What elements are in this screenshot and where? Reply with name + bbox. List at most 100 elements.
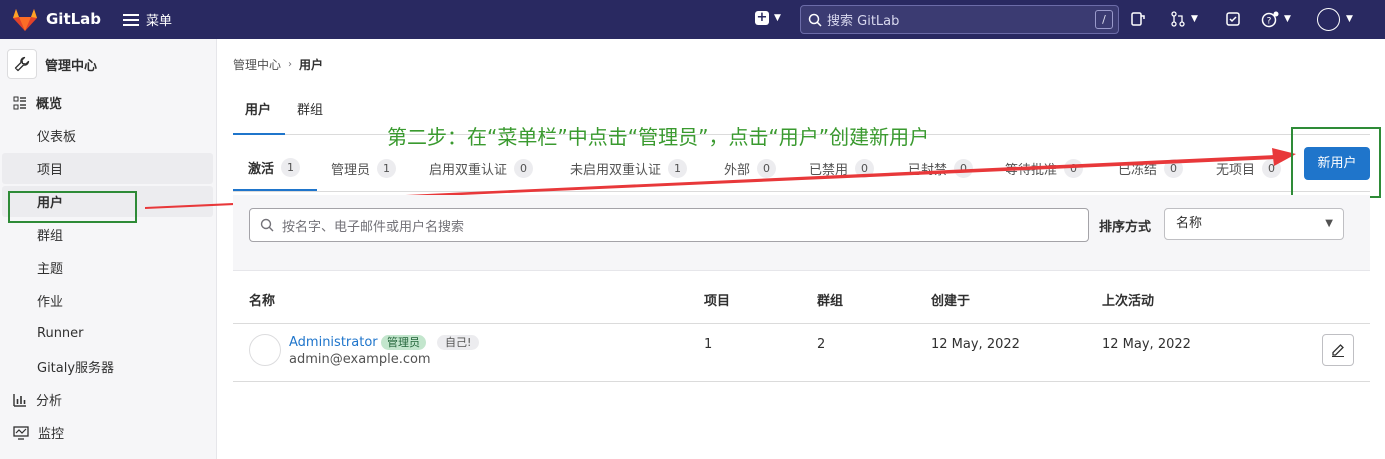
new-user-button[interactable]: 新用户	[1304, 147, 1370, 180]
tab-pending-approval[interactable]: 等待批准 0	[1005, 145, 1084, 191]
sidebar-item-label: 仪表板	[37, 130, 77, 145]
tab-label: 启用双重认证	[429, 162, 508, 178]
sort-label: 排序方式	[1099, 220, 1152, 235]
count-badge: 0	[1262, 158, 1282, 178]
edit-icon	[1332, 344, 1344, 357]
sidebar-item-overview[interactable]: 概览	[0, 87, 213, 118]
tab-banned[interactable]: 已封禁 0	[908, 145, 974, 191]
count-badge: 0	[954, 158, 974, 178]
sidebar-item-label: 分析	[36, 394, 63, 409]
sidebar-item-runners[interactable]: Runner	[0, 318, 213, 349]
tab-label: 激活	[248, 161, 275, 177]
edit-button[interactable]	[1322, 334, 1354, 366]
breadcrumb-parent[interactable]: 管理中心	[233, 56, 281, 73]
sidebar-item-label: 用户	[37, 196, 64, 211]
tab-groups[interactable]: 群组	[297, 94, 323, 135]
chevron-down-icon: ▼	[1191, 14, 1198, 24]
tab-deactivated[interactable]: 已冻结 0	[1118, 145, 1184, 191]
chevron-down-icon: ▼	[774, 13, 781, 23]
sidebar-item-label: 作业	[37, 295, 64, 310]
sidebar-item-jobs[interactable]: 作业	[0, 285, 213, 316]
help-icon[interactable]: ?	[1261, 11, 1279, 29]
sidebar-item-users[interactable]: 用户	[2, 186, 213, 217]
chevron-right-icon: ›	[288, 59, 293, 70]
search-icon	[260, 218, 274, 232]
cell-created: 12 May, 2022	[931, 337, 1020, 352]
analytics-icon	[13, 393, 26, 407]
top-navbar: GitLab 菜单 + ▼ 搜索 GitLab / ▼ ? ▼ ▼	[0, 0, 1385, 39]
sidebar-item-groups[interactable]: 群组	[0, 219, 213, 250]
divider	[233, 323, 1370, 324]
breadcrumb-current[interactable]: 用户	[299, 56, 323, 73]
tab-2fa-disabled[interactable]: 未启用双重认证 1	[570, 145, 688, 191]
search-shortcut-key: /	[1095, 10, 1113, 29]
search-icon	[808, 13, 822, 27]
tab-users[interactable]: 用户	[233, 94, 285, 135]
cell-last-activity: 12 May, 2022	[1102, 337, 1191, 352]
tab-admins[interactable]: 管理员 1	[331, 145, 397, 191]
sidebar-item-label: Runner	[37, 326, 84, 341]
sidebar: 管理中心 概览 仪表板 项目 用户 群组 主题 作业 Runner Gitaly…	[0, 39, 217, 459]
user-filter-tabs: 激活 1 管理员 1 启用双重认证 0 未启用双重认证 1 外部 0 已禁用 0 已封禁 0 …	[233, 145, 1293, 191]
column-header-created: 创建于	[931, 294, 971, 309]
chevron-down-icon: ▼	[1284, 14, 1291, 24]
plus-icon: +	[755, 10, 769, 25]
user-avatar[interactable]	[1317, 8, 1340, 31]
issues-icon[interactable]	[1130, 11, 1146, 27]
avatar[interactable]	[249, 334, 281, 366]
wrench-icon	[7, 49, 37, 79]
todo-icon[interactable]	[1225, 11, 1241, 27]
column-header-projects: 项目	[704, 294, 731, 309]
tab-label: 外部	[724, 162, 751, 178]
tab-label: 管理员	[331, 162, 371, 178]
count-badge: 0	[1164, 158, 1184, 178]
sidebar-item-dashboard[interactable]: 仪表板	[0, 120, 213, 151]
sidebar-item-label: 主题	[37, 262, 64, 277]
global-search[interactable]: 搜索 GitLab /	[800, 5, 1119, 34]
column-header-last-activity: 上次活动	[1102, 294, 1155, 309]
gitlab-logo-icon[interactable]	[12, 8, 38, 32]
hamburger-icon	[123, 13, 139, 26]
sidebar-item-topics[interactable]: 主题	[0, 252, 213, 283]
svg-text:?: ?	[1267, 17, 1272, 27]
admin-badge: 管理员	[381, 335, 426, 350]
create-new-dropdown[interactable]: + ▼	[755, 11, 781, 25]
sidebar-item-label: 项目	[37, 163, 64, 178]
tab-external[interactable]: 外部 0	[724, 145, 777, 191]
count-badge: 1	[377, 158, 397, 178]
sidebar-item-gitaly-servers[interactable]: Gitaly服务器	[0, 351, 213, 382]
sidebar-item-analytics[interactable]: 分析	[0, 384, 213, 415]
count-badge: 0	[757, 158, 777, 178]
merge-requests-icon[interactable]	[1170, 11, 1186, 27]
count-badge: 1	[668, 158, 688, 178]
overview-icon	[13, 96, 26, 109]
column-header-groups: 群组	[817, 294, 844, 309]
menu-button[interactable]: 菜单	[123, 10, 172, 29]
count-badge: 0	[1064, 158, 1084, 178]
sort-dropdown[interactable]: 名称 ▼	[1164, 208, 1344, 240]
count-badge: 0	[855, 158, 875, 178]
chevron-down-icon: ▼	[1325, 218, 1333, 229]
divider	[233, 381, 1370, 382]
tab-label: 已禁用	[809, 162, 849, 178]
sidebar-item-projects[interactable]: 项目	[2, 153, 213, 184]
sidebar-item-label: 监控	[38, 427, 65, 442]
tab-2fa-enabled[interactable]: 启用双重认证 0	[429, 145, 534, 191]
sidebar-header[interactable]: 管理中心	[7, 49, 97, 79]
breadcrumb: 管理中心 › 用户	[233, 56, 323, 73]
tab-label: 等待批准	[1005, 162, 1058, 178]
sort-value: 名称	[1176, 216, 1203, 231]
user-search-input[interactable]: 按名字、电子邮件或用户名搜索	[249, 208, 1089, 242]
tab-active[interactable]: 激活 1	[233, 145, 317, 191]
tab-blocked[interactable]: 已禁用 0	[809, 145, 875, 191]
sidebar-item-monitoring[interactable]: 监控	[0, 417, 213, 448]
tab-without-projects[interactable]: 无项目 0	[1216, 145, 1282, 191]
monitor-icon	[13, 425, 29, 440]
menu-label: 菜单	[146, 14, 173, 29]
sidebar-title: 管理中心	[45, 58, 98, 74]
user-name-link[interactable]: Administrator	[289, 335, 378, 350]
user-email: admin@example.com	[289, 352, 431, 367]
count-badge: 0	[514, 158, 534, 178]
brand-name[interactable]: GitLab	[46, 10, 101, 28]
chevron-down-icon: ▼	[1346, 14, 1353, 24]
